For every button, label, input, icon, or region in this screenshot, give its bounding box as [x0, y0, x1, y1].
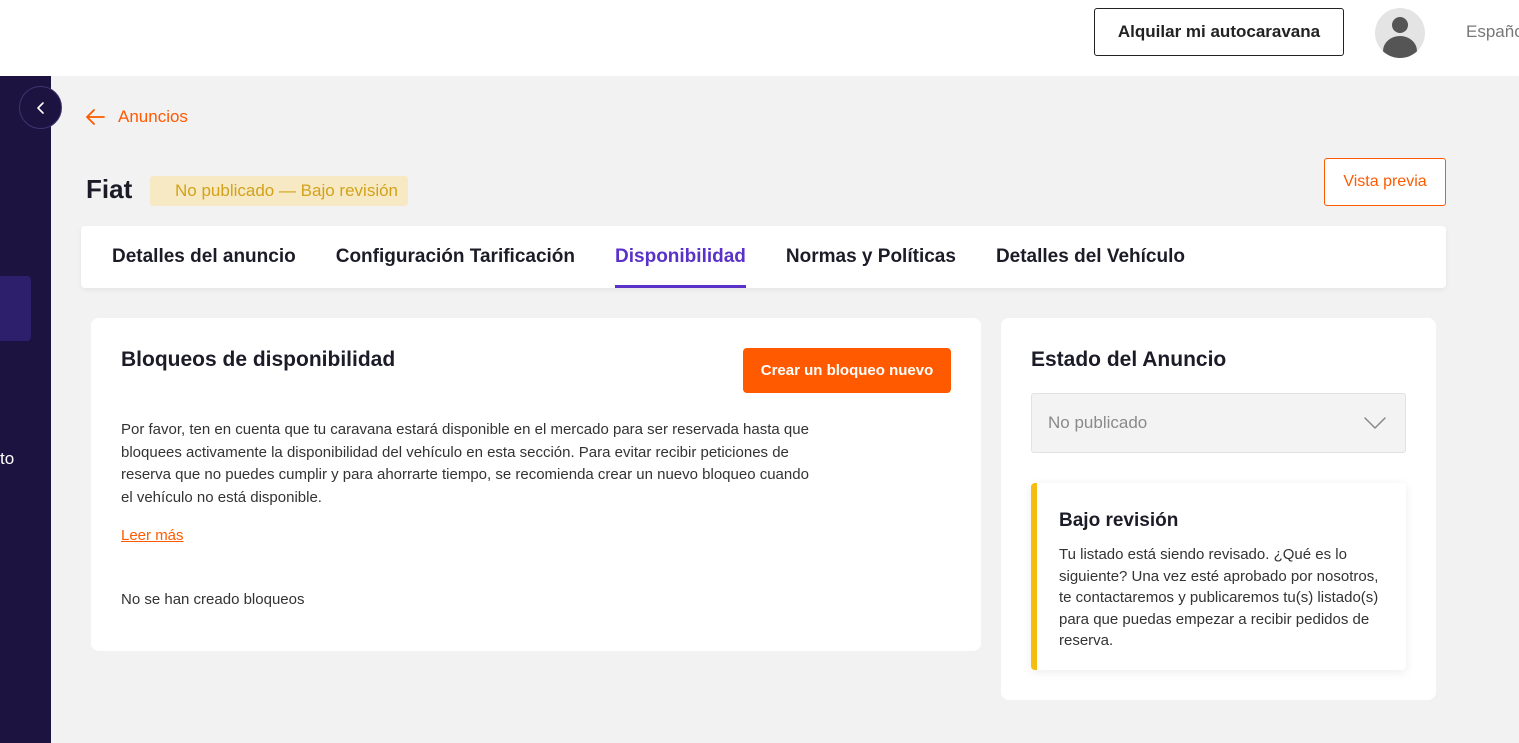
review-notice-text: Tu listado está siendo revisado. ¿Qué es…	[1059, 546, 1379, 649]
listing-status-title: Estado del Anuncio	[1031, 348, 1227, 371]
arrow-left-icon	[86, 109, 105, 125]
chevron-down-icon	[1364, 417, 1386, 429]
availability-blocks-card: Bloqueos de disponibilidad Crear un bloq…	[91, 318, 981, 651]
user-avatar[interactable]	[1375, 8, 1425, 58]
tab-listing-details[interactable]: Detalles del anuncio	[112, 226, 296, 288]
empty-blocks-text: No se han creado bloqueos	[121, 591, 305, 608]
top-bar: Alquilar mi autocaravana Españo	[0, 0, 1519, 76]
avatar-head-icon	[1392, 17, 1408, 33]
sidebar-active-item[interactable]	[0, 276, 31, 341]
tab-rules-policies[interactable]: Normas y Políticas	[786, 226, 956, 288]
language-selector[interactable]: Españo	[1466, 22, 1519, 42]
availability-blocks-title: Bloqueos de disponibilidad	[121, 348, 396, 371]
availability-description: Por favor, ten en cuenta que tu caravana…	[121, 421, 809, 506]
back-link-label: Anuncios	[118, 107, 188, 126]
review-notice: Bajo revisión Tu listado está siendo rev…	[1031, 483, 1406, 670]
tab-vehicle-details[interactable]: Detalles del Vehículo	[996, 226, 1185, 288]
rent-motorhome-button[interactable]: Alquilar mi autocaravana	[1094, 8, 1344, 56]
listing-status-card: Estado del Anuncio No publicado Bajo rev…	[1001, 318, 1436, 700]
status-badge: No publicado — Bajo revisión	[150, 176, 409, 206]
sidebar-item-label[interactable]: to	[0, 449, 14, 469]
page-title: Fiat	[86, 174, 133, 204]
listing-status-selected: No publicado	[1048, 413, 1148, 432]
sidebar: to	[0, 76, 51, 743]
review-notice-title: Bajo revisión	[1059, 510, 1179, 531]
read-more-link[interactable]: Leer más	[121, 527, 184, 544]
tab-pricing-settings[interactable]: Configuración Tarificación	[336, 226, 575, 288]
preview-button[interactable]: Vista previa	[1324, 158, 1446, 206]
back-link[interactable]: Anuncios	[84, 106, 188, 128]
sidebar-collapse-button[interactable]	[19, 86, 62, 129]
tab-availability[interactable]: Disponibilidad	[615, 226, 746, 288]
listing-status-select[interactable]: No publicado	[1031, 393, 1406, 453]
avatar-body-icon	[1383, 36, 1417, 58]
create-block-button[interactable]: Crear un bloqueo nuevo	[743, 348, 951, 393]
tab-bar: Detalles del anuncio Configuración Tarif…	[81, 226, 1446, 288]
chevron-left-icon	[36, 101, 44, 114]
